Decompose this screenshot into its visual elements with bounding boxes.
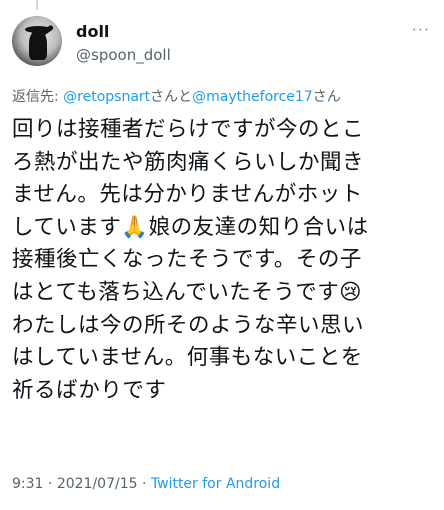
tweet-text: 回りは接種者だらけですが今のとこ ろ熱が出たや筋肉痛くらいしか聞き ません。先は… — [12, 114, 438, 407]
avatar[interactable] — [12, 16, 62, 66]
replying-to-prefix: 返信先: — [12, 89, 64, 105]
tweet-metadata: 9:31 · 2021/07/15 · Twitter for Android — [12, 476, 280, 492]
meta-separator: · — [43, 476, 57, 492]
replying-to: 返信先: @retopsnartさんと@maytheforce17さん — [12, 86, 436, 106]
meta-separator: · — [137, 476, 151, 492]
replying-to-suffix: さん — [312, 89, 341, 105]
tweet-line: ろ熱が出たや筋肉痛くらいしか聞き — [12, 149, 365, 175]
replying-to-connector: さんと — [150, 89, 193, 105]
tweet-line: 接種後亡くなったそうです。その子 — [12, 247, 362, 273]
mention-link-retopsnart[interactable]: @retopsnart — [63, 89, 150, 105]
display-name[interactable]: doll — [76, 22, 109, 41]
mention-link-maytheforce17[interactable]: @maytheforce17 — [192, 89, 313, 105]
tweet-line: わたしは今の所そのような辛い思い — [12, 312, 365, 338]
tweet-line: 祈るばかりです — [12, 377, 167, 403]
tweet-date[interactable]: 2021/07/15 — [57, 476, 138, 492]
tweet-time[interactable]: 9:31 — [12, 476, 43, 492]
thread-connector-line — [36, 0, 38, 10]
more-options-icon[interactable]: ··· — [412, 20, 430, 39]
tweet-source-link[interactable]: Twitter for Android — [151, 476, 280, 492]
tweet-line: はしていません。何事もないことを — [12, 345, 363, 371]
tweet-line: はとても落ち込んでいたそうです😢 — [12, 279, 363, 305]
tweet-line: 回りは接種者だらけですが今のとこ — [12, 117, 365, 142]
tweet-line: ません。先は分かりませんがホット — [12, 182, 363, 208]
tweet-line: しています🙏娘の友達の知り合いは — [12, 214, 369, 240]
user-handle[interactable]: @spoon_doll — [76, 46, 171, 64]
